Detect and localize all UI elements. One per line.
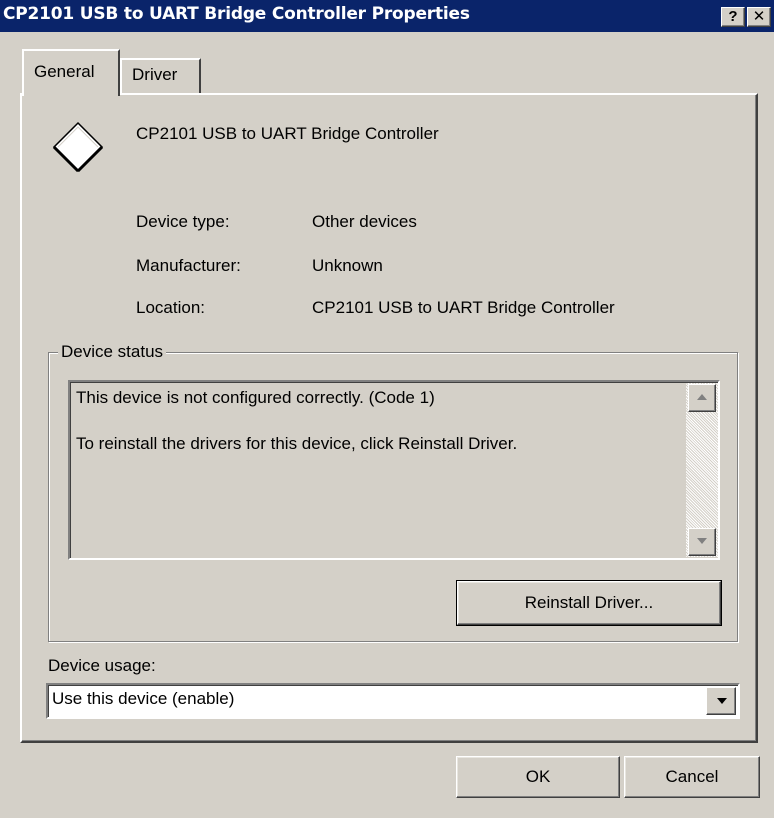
location-label: Location: — [136, 298, 205, 317]
device-usage-label: Device usage: — [48, 656, 156, 675]
scroll-down-arrow-icon[interactable] — [688, 528, 716, 556]
device-type-label: Device type: — [136, 212, 230, 231]
device-name: CP2101 USB to UART Bridge Controller — [136, 124, 439, 143]
device-usage-selected-value: Use this device (enable) — [52, 689, 235, 708]
device-status-legend: Device status — [58, 342, 167, 362]
device-type-value: Other devices — [312, 212, 417, 231]
location-value: CP2101 USB to UART Bridge Controller — [312, 298, 615, 317]
status-message-line: To reinstall the drivers for this device… — [76, 434, 518, 453]
manufacturer-label: Manufacturer: — [136, 256, 241, 275]
manufacturer-value: Unknown — [312, 256, 383, 275]
panel-content: CP2101 USB to UART Bridge Controller Dev… — [0, 0, 774, 818]
reinstall-driver-button[interactable]: Reinstall Driver... — [456, 580, 722, 626]
scroll-up-arrow-icon[interactable] — [688, 384, 716, 412]
dropdown-arrow-icon[interactable] — [706, 687, 736, 715]
unknown-device-icon — [52, 121, 104, 173]
status-message-line: This device is not configured correctly.… — [76, 388, 435, 407]
